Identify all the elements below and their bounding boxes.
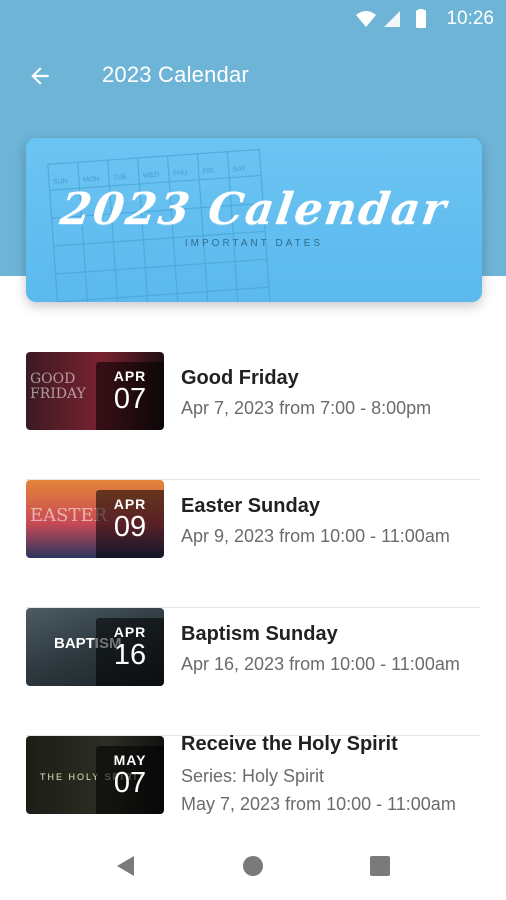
date-day: 16: [113, 639, 147, 671]
page-title: 2023 Calendar: [102, 62, 249, 87]
nav-home-icon[interactable]: [241, 854, 265, 878]
date-badge: APR 07: [96, 362, 164, 430]
weekday-fri: FRI: [202, 168, 214, 176]
event-title: Good Friday: [181, 367, 299, 389]
status-bar: 10:26: [0, 0, 506, 36]
event-time: Apr 16, 2023 from 10:00 - 11:00am: [181, 654, 460, 674]
event-series: Series: Holy Spirit: [181, 766, 325, 786]
back-button[interactable]: [20, 58, 60, 94]
app-bar: 2023 Calendar: [0, 48, 506, 104]
event-title: Receive the Holy Spirit: [181, 733, 398, 755]
event-thumbnail: EASTER APR 09: [26, 480, 164, 558]
event-time: Apr 9, 2023 from 10:00 - 11:00am: [181, 526, 450, 546]
event-thumbnail: BAPTISM APR 16: [26, 608, 164, 686]
status-icons: [356, 9, 426, 28]
banner-title: 2023 Calendar: [57, 184, 451, 235]
wifi-icon: [356, 11, 376, 27]
date-day: 07: [113, 767, 147, 799]
event-time: May 7, 2023 from 10:00 - 11:00am: [181, 794, 456, 814]
weekday-thu: THU: [173, 170, 188, 178]
event-time: Apr 7, 2023 from 7:00 - 8:00pm: [181, 398, 432, 418]
event-thumbnail: GOOD FRIDAY APR 07: [26, 352, 164, 430]
event-item-baptism-sunday[interactable]: BAPTISM APR 16 Baptism Sunday Apr 16, 20…: [26, 608, 480, 736]
thumbnail-text: GOOD FRIDAY: [30, 371, 86, 402]
nav-recents-icon[interactable]: [368, 854, 392, 878]
date-day: 07: [113, 383, 147, 415]
date-month: APR: [113, 624, 147, 640]
weekday-wed: WED: [143, 172, 160, 180]
status-time: 10:26: [446, 8, 494, 29]
nav-back-icon[interactable]: [114, 854, 138, 878]
date-month: MAY: [113, 752, 147, 768]
banner-subtitle: IMPORTANT DATES: [184, 238, 324, 249]
back-arrow-icon: [31, 67, 49, 85]
date-badge: MAY 07: [96, 746, 164, 814]
weekday-tue: TUE: [113, 174, 128, 182]
weekday-mon: MON: [83, 176, 100, 184]
system-nav-bar: [0, 832, 506, 900]
date-badge: APR 16: [96, 618, 164, 686]
event-item-good-friday[interactable]: GOOD FRIDAY APR 07 Good Friday Apr 7, 20…: [26, 352, 480, 480]
date-month: APR: [113, 368, 147, 384]
date-badge: APR 09: [96, 490, 164, 558]
date-month: APR: [113, 496, 147, 512]
event-list: GOOD FRIDAY APR 07 Good Friday Apr 7, 20…: [26, 352, 480, 864]
date-day: 09: [113, 511, 147, 543]
event-title: Easter Sunday: [181, 495, 320, 517]
signal-icon: [384, 11, 400, 27]
weekday-sat: SAT: [232, 165, 246, 173]
event-thumbnail: THE HOLY SPIRIT MAY 07: [26, 736, 164, 814]
calendar-banner[interactable]: SUN MON TUE WED THU FRI SAT 2023 Calenda…: [26, 138, 482, 302]
event-item-easter-sunday[interactable]: EASTER APR 09 Easter Sunday Apr 9, 2023 …: [26, 480, 480, 608]
battery-icon: [416, 9, 426, 28]
event-title: Baptism Sunday: [181, 623, 338, 645]
